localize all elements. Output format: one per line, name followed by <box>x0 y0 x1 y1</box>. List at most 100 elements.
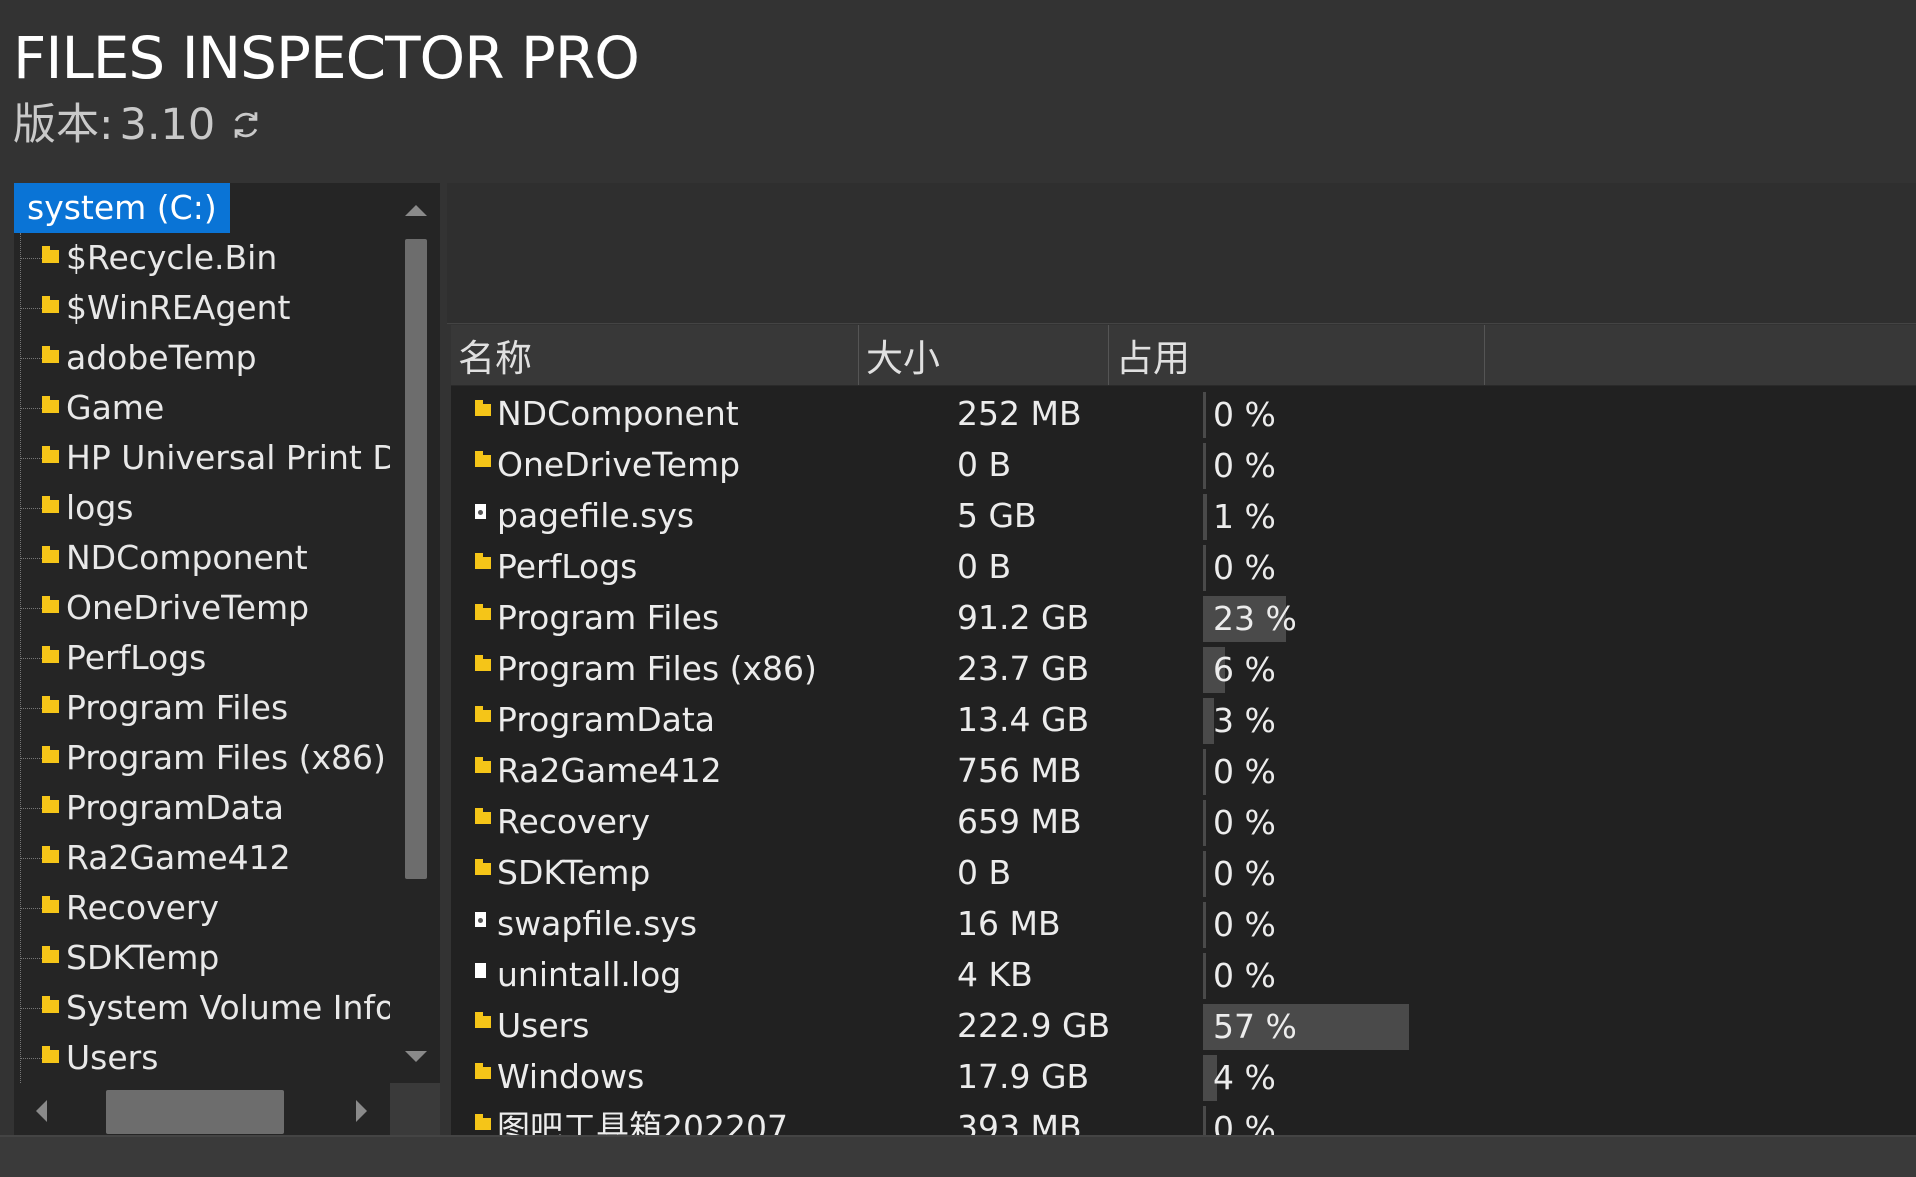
column-header-name[interactable]: 名称 <box>451 325 859 385</box>
usage-cell: 0 % <box>1203 851 1543 897</box>
vertical-scroll-thumb[interactable] <box>405 239 427 879</box>
tree-item[interactable]: Recovery <box>14 883 390 933</box>
file-size: 4 KB <box>957 955 1033 994</box>
tree-item[interactable]: $Recycle.Bin <box>14 233 390 283</box>
usage-cell: 0 % <box>1203 545 1543 591</box>
summary-area <box>447 183 1916 324</box>
tree-item[interactable]: NDComponent <box>14 533 390 583</box>
file-row[interactable]: SDKTemp 0 B 0 % <box>451 848 1916 899</box>
tree-root-drive[interactable]: system (C:) <box>14 183 230 233</box>
file-row[interactable]: Windows 17.9 GB 4 % <box>451 1052 1916 1103</box>
tree-item-label: OneDriveTemp <box>66 588 310 627</box>
file-size: 393 MB <box>957 1108 1082 1135</box>
tree-branch-line <box>20 858 44 859</box>
tree-item[interactable]: OneDriveTemp <box>14 583 390 633</box>
file-name: PerfLogs <box>497 547 638 586</box>
usage-percent: 57 % <box>1213 1007 1297 1046</box>
scroll-left-arrow-icon[interactable] <box>36 1100 47 1122</box>
tree-branch-line <box>20 908 44 909</box>
usage-cell: 0 % <box>1203 392 1543 438</box>
tree-item-label: Recovery <box>66 888 220 927</box>
tree-item[interactable]: PerfLogs <box>14 633 390 683</box>
tree-item[interactable]: SDKTemp <box>14 933 390 983</box>
tree-item-label: adobeTemp <box>66 338 257 377</box>
tree-item-label: System Volume Infor <box>66 988 390 1027</box>
file-row[interactable]: NDComponent 252 MB 0 % <box>451 389 1916 440</box>
folder-icon <box>475 808 491 824</box>
usage-percent: 4 % <box>1213 1058 1276 1097</box>
file-row[interactable]: Users 222.9 GB 57 % <box>451 1001 1916 1052</box>
tree-branch-line <box>20 408 44 409</box>
tree-branch-line <box>20 358 44 359</box>
tree-item-label: Users <box>66 1038 159 1077</box>
file-row[interactable]: OneDriveTemp 0 B 0 % <box>451 440 1916 491</box>
usage-bar <box>1203 749 1206 795</box>
usage-percent: 6 % <box>1213 650 1276 689</box>
version-row: 版本: 3.10 <box>13 95 263 155</box>
folder-icon <box>42 746 59 763</box>
folder-icon <box>475 655 491 671</box>
tree-vertical-scrollbar[interactable] <box>390 183 440 1083</box>
tree-item[interactable]: ProgramData <box>14 783 390 833</box>
file-name: Users <box>497 1006 590 1045</box>
file-row[interactable]: swapfile.sys 16 MB 0 % <box>451 899 1916 950</box>
file-size: 0 B <box>957 853 1012 892</box>
tree-item[interactable]: System Volume Infor <box>14 983 390 1033</box>
usage-percent: 0 % <box>1213 854 1276 893</box>
tree-item-label: Program Files (x86) <box>66 738 386 777</box>
usage-percent: 0 % <box>1213 752 1276 791</box>
tree-item-label: PerfLogs <box>66 638 207 677</box>
file-row[interactable]: unintall.log 4 KB 0 % <box>451 950 1916 1001</box>
refresh-icon[interactable] <box>229 108 263 142</box>
tree-item[interactable]: Game <box>14 383 390 433</box>
folder-icon <box>42 696 59 713</box>
folder-icon <box>475 859 491 875</box>
scroll-down-arrow-icon[interactable] <box>405 1051 427 1062</box>
file-row[interactable]: 图吧工具箱202207 393 MB 0 % <box>451 1103 1916 1135</box>
file-name: OneDriveTemp <box>497 445 741 484</box>
tree-item[interactable]: Ra2Game412 <box>14 833 390 883</box>
tree-item[interactable]: Program Files <box>14 683 390 733</box>
usage-cell: 0 % <box>1203 749 1543 795</box>
tree-item[interactable]: HP Universal Print Dr <box>14 433 390 483</box>
app-title: FILES INSPECTOR PRO <box>13 24 640 92</box>
tree-branch-line <box>20 1058 44 1059</box>
usage-bar <box>1203 1106 1206 1135</box>
tree-item[interactable]: Users <box>14 1033 390 1083</box>
usage-percent: 0 % <box>1213 1109 1276 1135</box>
file-icon <box>475 963 486 980</box>
folder-tree: system (C:) $Recycle.Bin $WinREAgent adobe… <box>14 183 390 1083</box>
tree-item[interactable]: adobeTemp <box>14 333 390 383</box>
folder-icon <box>475 1063 491 1079</box>
file-row[interactable]: Recovery 659 MB 0 % <box>451 797 1916 848</box>
scroll-right-arrow-icon[interactable] <box>356 1100 367 1122</box>
tree-item[interactable]: Program Files (x86) <box>14 733 390 783</box>
file-name: Recovery <box>497 802 651 841</box>
column-header-usage[interactable]: 占用 <box>1109 325 1485 385</box>
folder-icon <box>475 706 491 722</box>
file-row[interactable]: Program Files (x86) 23.7 GB 6 % <box>451 644 1916 695</box>
file-row[interactable]: Program Files 91.2 GB 23 % <box>451 593 1916 644</box>
usage-percent: 0 % <box>1213 548 1276 587</box>
file-row[interactable]: ProgramData 13.4 GB 3 % <box>451 695 1916 746</box>
horizontal-scroll-thumb[interactable] <box>106 1090 284 1134</box>
usage-bar <box>1203 392 1206 438</box>
folder-icon <box>475 1114 491 1130</box>
tree-item[interactable]: $WinREAgent <box>14 283 390 333</box>
tree-horizontal-scrollbar[interactable] <box>14 1083 390 1135</box>
file-row[interactable]: pagefile.sys 5 GB 1 % <box>451 491 1916 542</box>
file-row[interactable]: PerfLogs 0 B 0 % <box>451 542 1916 593</box>
file-name: Windows <box>497 1057 645 1096</box>
column-header-size[interactable]: 大小 <box>859 325 1109 385</box>
folder-icon <box>42 646 59 663</box>
folder-icon <box>42 246 59 263</box>
usage-percent: 0 % <box>1213 803 1276 842</box>
usage-cell: 1 % <box>1203 494 1543 540</box>
file-name: Ra2Game412 <box>497 751 722 790</box>
scroll-up-arrow-icon[interactable] <box>405 205 427 216</box>
system-file-icon <box>475 912 486 929</box>
file-row[interactable]: Ra2Game412 756 MB 0 % <box>451 746 1916 797</box>
tree-item-label: Game <box>66 388 165 427</box>
tree-item[interactable]: logs <box>14 483 390 533</box>
usage-percent: 3 % <box>1213 701 1276 740</box>
